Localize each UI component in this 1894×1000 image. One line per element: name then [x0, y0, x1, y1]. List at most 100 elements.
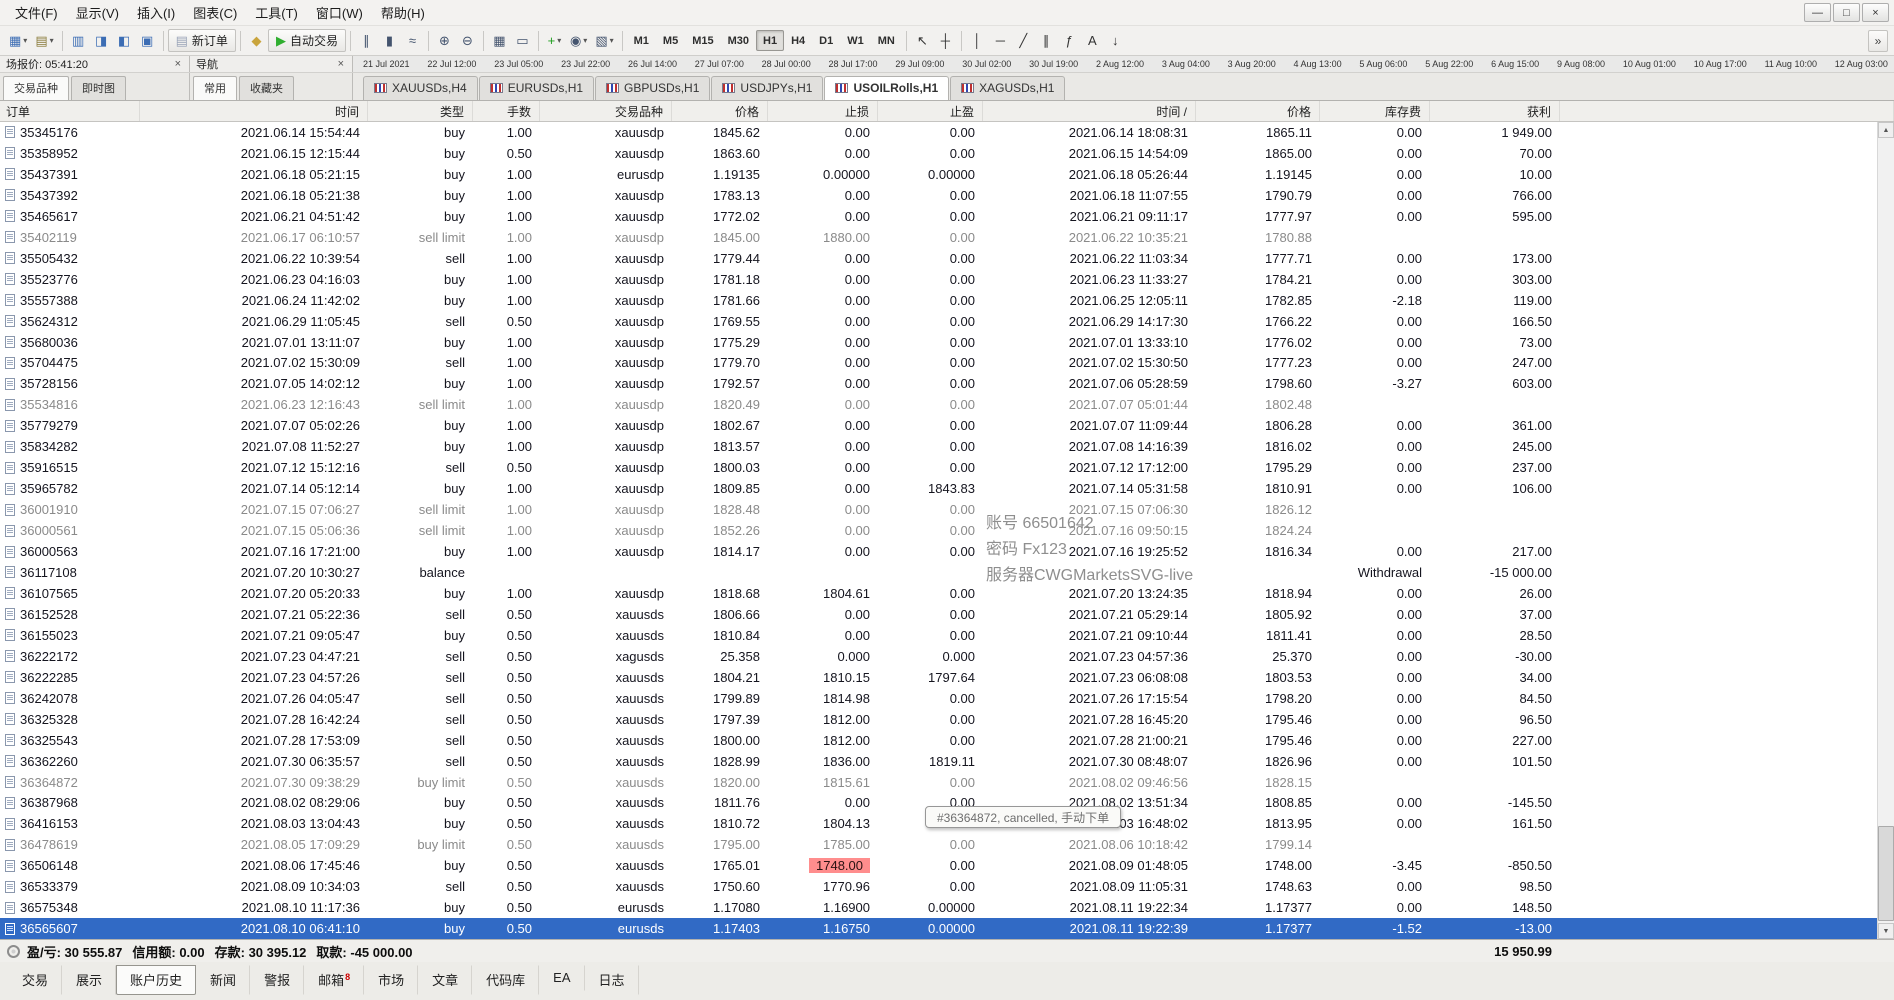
- terminal-tab-代码库[interactable]: 代码库: [472, 965, 540, 995]
- timeframe-d1-button[interactable]: D1: [812, 30, 840, 51]
- table-row[interactable]: 36242078 2021.07.26 04:05:47 sell 0.50 xauus…: [0, 687, 1894, 709]
- market-watch-button[interactable]: ▥: [67, 29, 90, 52]
- table-row[interactable]: 35557388 2021.06.24 11:42:02 buy 1.00 xauusd…: [0, 289, 1894, 311]
- table-row[interactable]: 35523776 2021.06.23 04:16:03 buy 1.00 xauusd…: [0, 268, 1894, 290]
- column-header[interactable]: 订单: [0, 101, 140, 121]
- table-row[interactable]: 35505432 2021.06.22 10:39:54 sell 1.00 xauus…: [0, 247, 1894, 269]
- table-row[interactable]: 35680036 2021.07.01 13:11:07 buy 1.00 xauusd…: [0, 331, 1894, 353]
- timeframe-m5-button[interactable]: M5: [656, 30, 685, 51]
- minimize-button[interactable]: —: [1804, 3, 1831, 22]
- crosshair-button[interactable]: ┼: [934, 29, 957, 52]
- zoom-in-button[interactable]: ⊕: [433, 29, 456, 52]
- close-button[interactable]: ×: [1862, 3, 1889, 22]
- navigator-button[interactable]: ◧: [113, 29, 136, 52]
- data-window-button[interactable]: ◨: [90, 29, 113, 52]
- table-row[interactable]: 36364872 2021.07.30 09:38:29 buy limit 0.50…: [0, 771, 1894, 793]
- terminal-tab-警报[interactable]: 警报: [250, 965, 305, 995]
- timeframe-m1-button[interactable]: M1: [627, 30, 656, 51]
- new-chart-button[interactable]: ▦ ▾: [5, 29, 31, 52]
- column-header[interactable]: 交易品种: [540, 101, 672, 121]
- table-row[interactable]: 35465617 2021.06.21 04:51:42 buy 1.00 xauusd…: [0, 205, 1894, 227]
- auto-trading-button[interactable]: ▶ 自动交易: [267, 29, 346, 52]
- text-label-button[interactable]: A: [1081, 29, 1104, 52]
- templates-button[interactable]: ▧ ▾: [591, 29, 617, 52]
- market-watch-tab[interactable]: 即时图: [71, 76, 126, 100]
- table-row[interactable]: 36575348 2021.08.10 11:17:36 buy 0.50 eurusd…: [0, 897, 1894, 919]
- table-row[interactable]: 36152528 2021.07.21 05:22:36 sell 0.50 xauus…: [0, 603, 1894, 625]
- scrollbar-thumb[interactable]: [1878, 826, 1894, 921]
- trendline-button[interactable]: ╱: [1012, 29, 1035, 52]
- table-row[interactable]: 36222172 2021.07.23 04:47:21 sell 0.50 xagus…: [0, 645, 1894, 667]
- terminal-tab-文章[interactable]: 文章: [418, 965, 473, 995]
- horizontal-line-button[interactable]: ─: [989, 29, 1012, 52]
- column-header[interactable]: 止盈: [878, 101, 983, 121]
- table-row[interactable]: 35704475 2021.07.02 15:30:09 sell 1.00 xauus…: [0, 352, 1894, 374]
- column-header[interactable]: 手数: [473, 101, 540, 121]
- new-order-button[interactable]: ▤ 新订单: [167, 29, 236, 52]
- toolbar-overflow-button[interactable]: »: [1868, 30, 1888, 52]
- table-row[interactable]: 35779279 2021.07.07 05:02:26 buy 1.00 xauusd…: [0, 415, 1894, 437]
- chart-tab[interactable]: XAUUSDs,H4: [363, 76, 478, 100]
- terminal-tab-展示[interactable]: 展示: [62, 965, 117, 995]
- menu-item[interactable]: 工具(T): [246, 0, 307, 26]
- terminal-tab-新闻[interactable]: 新闻: [196, 965, 251, 995]
- fibonacci-button[interactable]: ƒ: [1058, 29, 1081, 52]
- market-watch-close-icon[interactable]: ×: [173, 58, 183, 70]
- chart-tab[interactable]: GBPUSDs,H1: [595, 76, 711, 100]
- table-row[interactable]: 35437392 2021.06.18 05:21:38 buy 1.00 xauusd…: [0, 184, 1894, 206]
- column-header[interactable]: 时间: [140, 101, 368, 121]
- terminal-button[interactable]: ▣: [136, 29, 159, 52]
- vertical-line-button[interactable]: │: [966, 29, 989, 52]
- timeframe-h1-button[interactable]: H1: [756, 30, 785, 51]
- table-row[interactable]: 36117108 2021.07.20 10:30:27 balance Withdr…: [0, 562, 1894, 583]
- table-row[interactable]: 36107565 2021.07.20 05:20:33 buy 1.00 xauusd…: [0, 582, 1894, 604]
- metaeditor-button[interactable]: ◆: [245, 29, 268, 52]
- chart-tab[interactable]: USOILRolls,H1: [824, 76, 950, 100]
- cascade-windows-button[interactable]: ▭: [511, 29, 534, 52]
- menu-item[interactable]: 帮助(H): [372, 0, 434, 26]
- table-row[interactable]: 36325328 2021.07.28 16:42:24 sell 0.50 xauus…: [0, 708, 1894, 730]
- timeframe-h4-button[interactable]: H4: [784, 30, 812, 51]
- chart-tab[interactable]: EURUSDs,H1: [478, 76, 595, 100]
- timeframe-mn-button[interactable]: MN: [871, 30, 902, 51]
- scroll-up-icon[interactable]: ▲: [1878, 122, 1894, 138]
- timeframe-m15-button[interactable]: M15: [685, 30, 720, 51]
- chart-tab[interactable]: USDJPYs,H1: [711, 76, 824, 100]
- tile-windows-button[interactable]: ▦: [488, 29, 511, 52]
- chart-candles-button[interactable]: ▮: [378, 29, 401, 52]
- column-header[interactable]: 止损: [768, 101, 878, 121]
- menu-item[interactable]: 显示(V): [67, 0, 128, 26]
- terminal-tab-账户历史[interactable]: 账户历史: [116, 965, 197, 995]
- cursor-button[interactable]: ↖: [911, 29, 934, 52]
- table-row[interactable]: 36325543 2021.07.28 17:53:09 sell 0.50 xauus…: [0, 729, 1894, 751]
- table-row[interactable]: 35624312 2021.06.29 11:05:45 sell 0.50 xauus…: [0, 310, 1894, 332]
- table-row[interactable]: 36362260 2021.07.30 06:35:57 sell 0.50 xauus…: [0, 750, 1894, 772]
- table-row[interactable]: 35402119 2021.06.17 06:10:57 sell limit 1.0…: [0, 226, 1894, 248]
- table-row[interactable]: 35916515 2021.07.12 15:12:16 sell 0.50 xauus…: [0, 457, 1894, 479]
- table-row[interactable]: 36478619 2021.08.05 17:09:29 buy limit 0.50…: [0, 834, 1894, 856]
- table-row[interactable]: 36001910 2021.07.15 07:06:27 sell limit 1.0…: [0, 499, 1894, 521]
- terminal-tab-邮箱[interactable]: 邮箱8: [304, 965, 365, 995]
- table-row[interactable]: 36533379 2021.08.09 10:34:03 sell 0.50 xauus…: [0, 876, 1894, 898]
- menu-item[interactable]: 插入(I): [128, 0, 184, 26]
- menu-item[interactable]: 文件(F): [6, 0, 67, 26]
- column-header[interactable]: 获利: [1430, 101, 1560, 121]
- column-header[interactable]: 类型: [368, 101, 473, 121]
- terminal-tab-日志[interactable]: 日志: [585, 965, 639, 995]
- equidistant-channel-button[interactable]: ∥: [1035, 29, 1058, 52]
- table-row[interactable]: 35834282 2021.07.08 11:52:27 buy 1.00 xauusd…: [0, 436, 1894, 458]
- table-row[interactable]: 36222285 2021.07.23 04:57:26 sell 0.50 xauus…: [0, 666, 1894, 688]
- timeframe-m30-button[interactable]: M30: [721, 30, 756, 51]
- navigator-close-icon[interactable]: ×: [336, 58, 346, 70]
- arrows-tool-button[interactable]: ↓: [1104, 29, 1127, 52]
- vertical-scrollbar[interactable]: ▲ ▼: [1877, 122, 1894, 939]
- column-header[interactable]: 价格: [672, 101, 768, 121]
- table-row[interactable]: 35358952 2021.06.15 12:15:44 buy 0.50 xauusd…: [0, 142, 1894, 164]
- table-row[interactable]: 35728156 2021.07.05 14:02:12 buy 1.00 xauusd…: [0, 373, 1894, 395]
- table-row[interactable]: 35345176 2021.06.14 15:54:44 buy 1.00 xauusd…: [0, 122, 1894, 143]
- navigator-tab[interactable]: 收藏夹: [239, 76, 294, 100]
- indicators-button[interactable]: + ▾: [543, 29, 566, 52]
- periods-button[interactable]: ◉ ▾: [566, 29, 591, 52]
- table-row[interactable]: 35965782 2021.07.14 05:12:14 buy 1.00 xauusd…: [0, 478, 1894, 500]
- market-watch-tab[interactable]: 交易品种: [3, 76, 69, 100]
